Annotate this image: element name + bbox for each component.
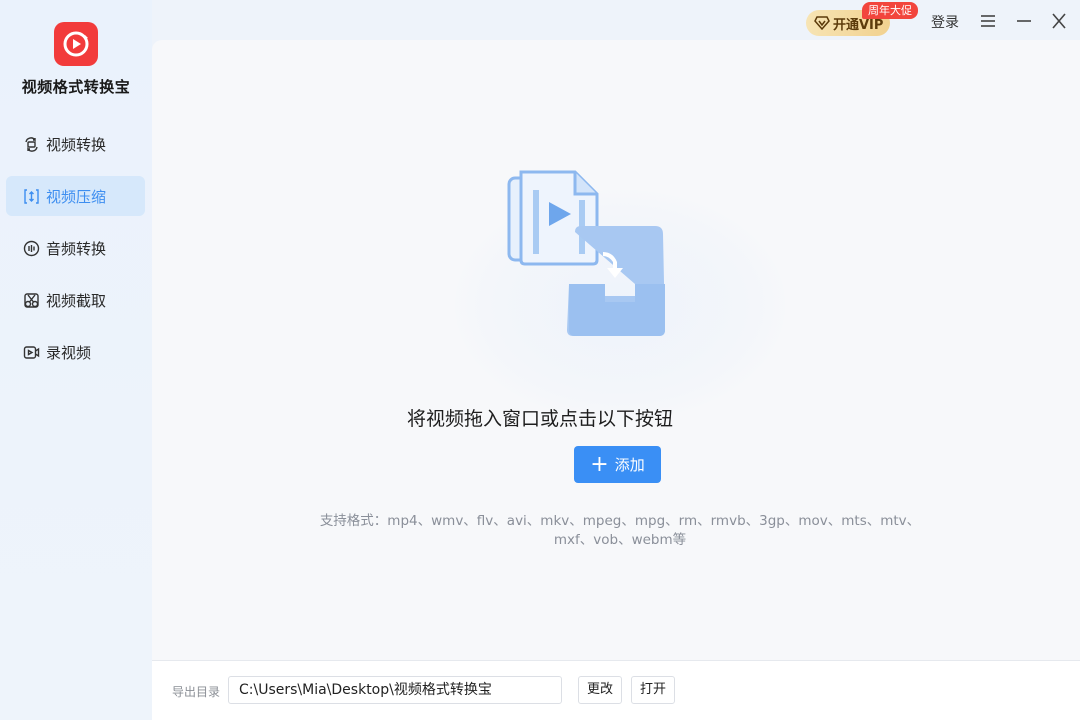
formats-line: 支持格式：mp4、wmv、flv、avi、mkv、mpeg、mpg、rm、rmv… <box>319 513 921 529</box>
compress-icon <box>22 187 40 205</box>
output-path-field[interactable]: C:\Users\Mia\Desktop\视频格式转换宝 <box>228 676 562 704</box>
promo-badge: 周年大促 <box>862 2 918 19</box>
drop-hint: 将视频拖入窗口或点击以下按钮 <box>406 408 673 430</box>
record-icon <box>22 343 40 361</box>
output-bar: 导出目录 C:\Users\Mia\Desktop\视频格式转换宝 更改 打开 <box>152 660 1080 720</box>
sidebar-item-label: 音频转换 <box>46 239 107 258</box>
sidebar-item-video-compress[interactable]: 视频压缩 <box>6 176 145 216</box>
close-icon[interactable] <box>1048 10 1070 32</box>
sidebar-item-label: 录视频 <box>46 343 92 362</box>
menu-icon[interactable] <box>977 10 999 32</box>
open-button[interactable]: 打开 <box>631 676 676 704</box>
sidebar-item-audio-convert[interactable]: 音频转换 <box>6 228 145 268</box>
plus-icon: + <box>590 451 609 477</box>
add-button[interactable]: + 添加 <box>574 446 661 483</box>
login-link[interactable]: 登录 <box>931 12 959 32</box>
cut-icon <box>22 291 40 309</box>
minimize-icon[interactable] <box>1013 10 1035 32</box>
diamond-icon <box>814 16 830 30</box>
supported-formats: 支持格式：mp4、wmv、flv、avi、mkv、mpeg、mpg、rm、rmv… <box>310 512 930 550</box>
sidebar-item-label: 视频截取 <box>46 291 107 310</box>
change-button[interactable]: 更改 <box>578 676 623 704</box>
app-logo-icon <box>54 22 98 66</box>
convert-icon <box>22 135 40 153</box>
sidebar-item-label: 视频压缩 <box>46 187 107 206</box>
add-label: 添加 <box>614 456 645 474</box>
sidebar-item-video-convert[interactable]: 视频转换 <box>6 124 145 164</box>
video-drop-illustration-icon <box>505 168 675 340</box>
app-name: 视频格式转换宝 <box>21 78 131 96</box>
formats-line: mxf、vob、webm等 <box>553 532 687 548</box>
sidebar: 视频格式转换宝 视频转换 视频压缩 音频转换 视频截取 录视频 <box>0 0 152 720</box>
sidebar-item-label: 视频转换 <box>46 135 107 154</box>
sidebar-item-video-cut[interactable]: 视频截取 <box>6 280 145 320</box>
output-dir-label: 导出目录 <box>172 685 221 699</box>
sidebar-item-record[interactable]: 录视频 <box>6 332 145 372</box>
audio-icon <box>22 239 40 257</box>
